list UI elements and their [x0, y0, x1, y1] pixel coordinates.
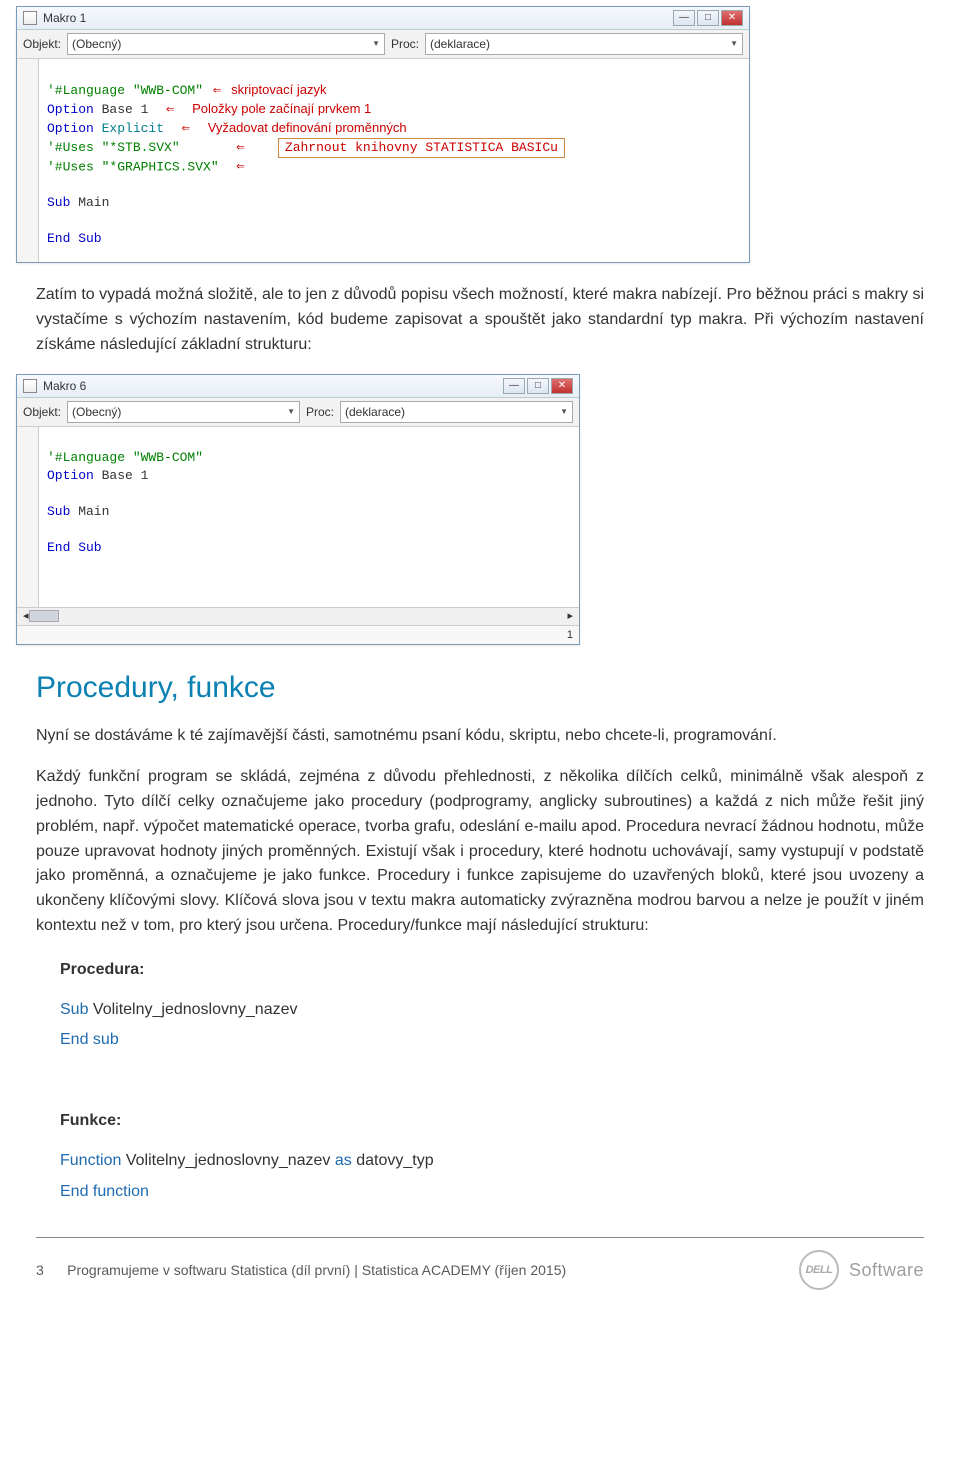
code-gutter [17, 59, 39, 262]
code-text: datovy_typ [352, 1152, 434, 1169]
document-icon [23, 379, 37, 393]
window-title: Makro 1 [43, 9, 86, 27]
proc-label: Proc: [306, 403, 334, 421]
code-gutter [17, 427, 39, 607]
status-line-number: 1 [567, 629, 573, 641]
logo-text: Software [849, 1257, 924, 1284]
code-comment: '#Uses "*STB.SVX" [47, 140, 180, 155]
code-keyword: End [47, 540, 70, 555]
code-keyword: Function [60, 1152, 121, 1169]
code-keyword: Option [47, 102, 94, 117]
arrow-left-icon: ⇐ [236, 158, 244, 176]
code-text: Base 1 [94, 468, 149, 483]
code-comment: '#Language "WWB-COM" [47, 450, 203, 465]
proc-label: Proc: [391, 35, 419, 53]
arrow-left-icon: ⇐ [182, 120, 190, 138]
annotation: Vyžadovat definování proměnných [208, 120, 407, 135]
dell-icon: DELL [799, 1250, 839, 1290]
code-keyword: Sub [47, 195, 70, 210]
chevron-down-icon: ▼ [372, 38, 380, 50]
code-keyword: Option [47, 121, 94, 136]
annotation-box: Zahrnout knihovny STATISTICA BASICu [278, 138, 565, 158]
window-title: Makro 6 [43, 377, 86, 395]
proc-value: (deklarace) [345, 403, 405, 421]
code-keyword: Sub [70, 231, 101, 246]
ide-window-makro6: Makro 6 — □ ✕ Objekt: (Obecný) ▼ Proc: (… [16, 374, 580, 646]
block-title: Funkce: [60, 1106, 924, 1136]
objekt-label: Objekt: [23, 35, 61, 53]
objekt-select[interactable]: (Obecný) ▼ [67, 33, 385, 55]
code-comment: '#Language "WWB-COM" [47, 83, 203, 98]
section-heading: Procedury, funkce [36, 665, 924, 710]
code-text: Volitelny_jednoslovny_nazev [88, 1001, 297, 1018]
objekt-select[interactable]: (Obecný) ▼ [67, 401, 300, 423]
code-keyword: Option [47, 468, 94, 483]
code-keyword: End function [60, 1183, 149, 1200]
code-text: Volitelny_jednoslovny_nazev [121, 1152, 334, 1169]
document-icon [23, 11, 37, 25]
maximize-button[interactable]: □ [527, 378, 549, 394]
close-button[interactable]: ✕ [551, 378, 573, 394]
minimize-button[interactable]: — [673, 10, 695, 26]
code-editor[interactable]: '#Language "WWB-COM" Option Base 1 Sub M… [39, 427, 579, 607]
code-text: Main [70, 195, 109, 210]
chevron-down-icon: ▼ [730, 38, 738, 50]
ide-titlebar: Makro 6 — □ ✕ [17, 375, 579, 398]
footer-divider [36, 1237, 924, 1238]
block-title: Procedura: [60, 955, 924, 985]
footer-text: Programujeme v softwaru Statistica (díl … [67, 1262, 566, 1278]
code-keyword: Explicit [94, 121, 164, 136]
arrow-left-icon: ⇐ [213, 82, 221, 100]
objekt-label: Objekt: [23, 403, 61, 421]
code-keyword: Sub [70, 540, 101, 555]
proc-value: (deklarace) [430, 35, 490, 53]
procedure-block: Procedura: Sub Volitelny_jednoslovny_naz… [60, 955, 924, 1056]
paragraph: Zatím to vypadá možná složitě, ale to je… [36, 283, 924, 357]
objekt-value: (Obecný) [72, 35, 121, 53]
ide-titlebar: Makro 1 — □ ✕ [17, 7, 749, 30]
scroll-right-icon[interactable]: ▸ [567, 608, 573, 625]
code-comment: '#Uses "*GRAPHICS.SVX" [47, 159, 219, 174]
scrollbar-thumb[interactable] [29, 610, 59, 622]
maximize-button[interactable]: □ [697, 10, 719, 26]
code-keyword: End [47, 231, 70, 246]
code-keyword: Sub [47, 504, 70, 519]
status-bar: 1 [17, 625, 579, 645]
annotation: Položky pole začínají prvkem 1 [192, 101, 371, 116]
ide-toolbar: Objekt: (Obecný) ▼ Proc: (deklarace) ▼ [17, 398, 579, 427]
ide-window-makro1: Makro 1 — □ ✕ Objekt: (Obecný) ▼ Proc: (… [16, 6, 750, 263]
annotation: skriptovací jazyk [231, 82, 326, 97]
function-block: Funkce: Function Volitelny_jednoslovny_n… [60, 1106, 924, 1207]
horizontal-scrollbar[interactable]: ◂ ▸ [17, 607, 579, 625]
arrow-left-icon: ⇐ [166, 101, 174, 119]
code-text: Base 1 [94, 102, 149, 117]
paragraph: Nyní se dostáváme k té zajímavější části… [36, 724, 924, 749]
code-keyword: End sub [60, 1031, 119, 1048]
code-editor[interactable]: '#Language "WWB-COM" ⇐ skriptovací jazyk… [39, 59, 749, 262]
ide-toolbar: Objekt: (Obecný) ▼ Proc: (deklarace) ▼ [17, 30, 749, 59]
chevron-down-icon: ▼ [287, 406, 295, 418]
proc-select[interactable]: (deklarace) ▼ [340, 401, 573, 423]
page-number: 3 [36, 1262, 44, 1278]
objekt-value: (Obecný) [72, 403, 121, 421]
proc-select[interactable]: (deklarace) ▼ [425, 33, 743, 55]
dell-software-logo: DELL Software [799, 1250, 924, 1290]
paragraph: Každý funkční program se skládá, zejména… [36, 765, 924, 939]
code-keyword: as [335, 1152, 352, 1169]
minimize-button[interactable]: — [503, 378, 525, 394]
code-text: Main [70, 504, 109, 519]
page-footer: 3 Programujeme v softwaru Statistica (dí… [36, 1250, 924, 1290]
chevron-down-icon: ▼ [560, 406, 568, 418]
code-keyword: Sub [60, 1001, 88, 1018]
arrow-left-icon: ⇐ [236, 139, 244, 157]
close-button[interactable]: ✕ [721, 10, 743, 26]
